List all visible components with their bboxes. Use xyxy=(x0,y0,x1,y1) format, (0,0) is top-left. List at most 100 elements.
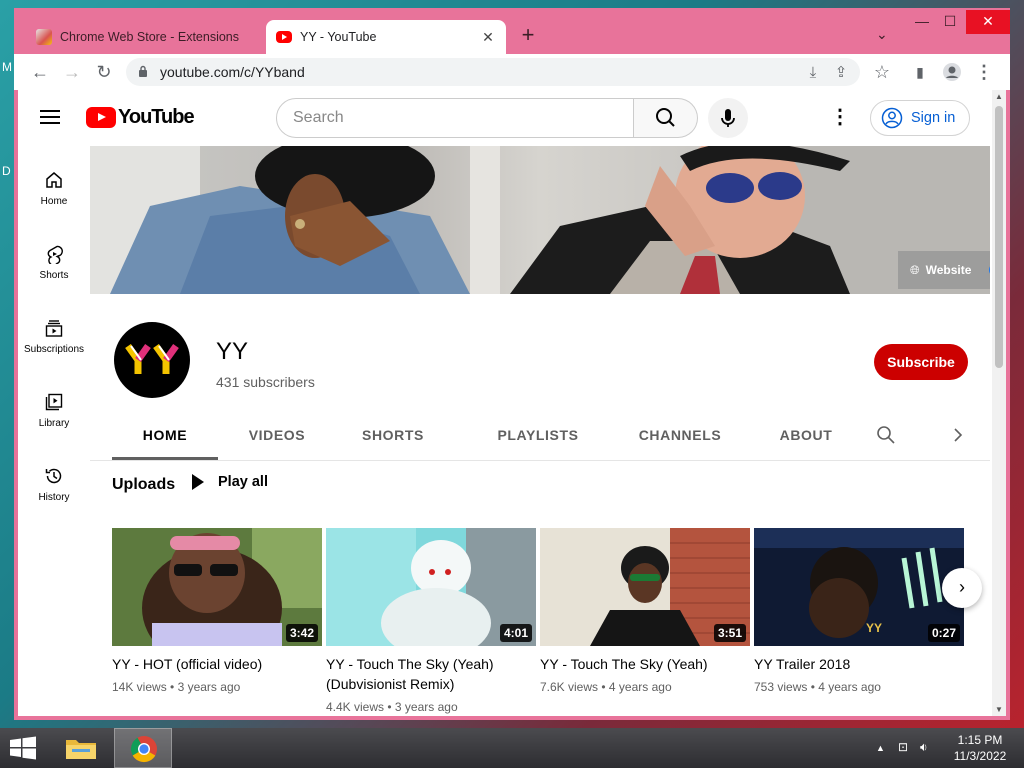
side-panel-icon[interactable]: ▮ xyxy=(908,60,932,84)
tab-about[interactable]: ABOUT xyxy=(762,410,850,460)
taskbar-clock[interactable]: 1:15 PM 11/3/2022 xyxy=(942,732,1018,764)
address-bar[interactable]: youtube.com/c/YYband ⤓ ⇪ xyxy=(126,58,860,86)
play-all-button[interactable]: Play all xyxy=(192,474,268,490)
share-icon[interactable]: ⇪ xyxy=(832,64,850,82)
reload-icon[interactable]: ↻ xyxy=(92,60,116,84)
forward-arrow-icon[interactable]: → xyxy=(60,60,84,84)
file-explorer-taskbar-button[interactable] xyxy=(52,728,110,768)
section-title[interactable]: Uploads xyxy=(112,476,175,494)
tab-channels[interactable]: CHANNELS xyxy=(622,410,738,460)
tab-chrome-web-store[interactable]: Chrome Web Store - Extensions xyxy=(26,20,266,54)
tab-shorts[interactable]: SHORTS xyxy=(348,410,438,460)
profile-icon[interactable] xyxy=(940,60,964,84)
maximize-button[interactable]: ☐ xyxy=(932,10,968,34)
guide-item-subscriptions[interactable]: Subscriptions xyxy=(18,318,90,378)
meta-separator: • xyxy=(384,700,395,714)
microphone-icon xyxy=(721,109,735,127)
video-title[interactable]: YY - Touch The Sky (Yeah) (Dubvisionist … xyxy=(326,654,536,694)
guide-label: Shorts xyxy=(39,270,69,281)
search-button[interactable] xyxy=(634,98,698,138)
page-scrollbar[interactable]: ▲ ▼ xyxy=(992,90,1006,716)
channel-name: YY xyxy=(216,338,249,365)
windows-start-icon[interactable] xyxy=(8,736,38,760)
close-window-button[interactable]: ✕ xyxy=(966,10,1010,34)
guide-label: Home xyxy=(40,196,68,207)
video-thumbnail[interactable]: YY 0:27 xyxy=(754,528,964,646)
guide-item-home[interactable]: Home xyxy=(18,170,90,230)
library-icon xyxy=(45,393,63,411)
shelf-next-button[interactable]: › xyxy=(942,568,982,608)
history-icon xyxy=(45,468,62,484)
video-meta: 753 views • 4 years ago xyxy=(754,680,964,694)
chrome-menu-icon[interactable]: ⋮ xyxy=(972,60,996,84)
new-tab-button[interactable]: + xyxy=(516,22,540,48)
youtube-play-icon xyxy=(86,107,116,128)
video-title[interactable]: YY - Touch The Sky (Yeah) xyxy=(540,654,750,674)
hamburger-menu-icon[interactable] xyxy=(40,110,60,124)
channel-avatar[interactable] xyxy=(114,322,190,398)
tab-playlists[interactable]: PLAYLISTS xyxy=(478,410,598,460)
scroll-up-arrow-icon[interactable]: ▲ xyxy=(992,92,1006,101)
video-card[interactable]: 4:01 YY - Touch The Sky (Yeah) (Dubvisio… xyxy=(326,528,536,714)
tab-youtube[interactable]: YY - YouTube ✕ xyxy=(266,20,506,54)
meta-separator: • xyxy=(166,680,178,694)
view-count: 7.6K views xyxy=(540,680,599,694)
tab-search-icon[interactable]: ⌄ xyxy=(876,26,888,43)
settings-menu-icon[interactable]: ⋮ xyxy=(828,106,852,130)
tab-strip: Chrome Web Store - Extensions YY - YouTu… xyxy=(14,8,1010,54)
play-all-label: Play all xyxy=(218,474,268,490)
desktop-icon-label: D xyxy=(2,164,11,178)
scrollbar-thumb[interactable] xyxy=(995,106,1003,368)
youtube-logo[interactable]: YouTube xyxy=(86,106,195,129)
show-hidden-icons-icon[interactable]: ▲ xyxy=(876,743,885,753)
view-count: 4.4K views xyxy=(326,700,385,714)
tab-videos[interactable]: VIDEOS xyxy=(232,410,322,460)
video-card[interactable]: YY 0:27 YY Trailer 2018 753 views • 4 ye… xyxy=(754,528,964,694)
url-text: youtube.com/c/YYband xyxy=(160,64,305,80)
chevron-right-icon[interactable] xyxy=(950,427,966,443)
subscriptions-icon xyxy=(45,320,63,337)
trailer-overlay-text: YY xyxy=(866,621,882,635)
video-meta: 4.4K views • 3 years ago xyxy=(326,700,536,714)
video-thumbnail[interactable]: 3:42 xyxy=(112,528,322,646)
guide-item-library[interactable]: Library xyxy=(18,392,90,452)
close-tab-icon[interactable]: ✕ xyxy=(480,29,496,46)
bookmark-star-icon[interactable]: ☆ xyxy=(870,60,894,84)
folder-icon xyxy=(66,740,96,759)
clock-date: 11/3/2022 xyxy=(953,749,1007,763)
guide-item-shorts[interactable]: Shorts xyxy=(18,244,90,304)
back-arrow-icon[interactable]: ← xyxy=(28,60,52,84)
video-thumbnail[interactable]: 3:51 xyxy=(540,528,750,646)
install-icon[interactable]: ⤓ xyxy=(804,64,822,82)
scroll-down-arrow-icon[interactable]: ▼ xyxy=(992,705,1006,714)
clock-time: 1:15 PM xyxy=(957,733,1003,747)
video-title[interactable]: YY - HOT (official video) xyxy=(112,654,322,674)
guide-item-history[interactable]: History xyxy=(18,466,90,526)
account-icon xyxy=(881,107,903,129)
search-input[interactable] xyxy=(293,99,613,137)
website-link[interactable]: Website xyxy=(926,263,972,277)
tab-home[interactable]: HOME xyxy=(112,410,218,460)
channel-banner: 🌐︎ Website f xyxy=(90,146,990,294)
chrome-taskbar-button[interactable] xyxy=(114,728,172,768)
tabs-divider xyxy=(90,460,990,461)
video-title[interactable]: YY Trailer 2018 xyxy=(754,654,964,674)
network-icon[interactable]: ⊡ xyxy=(898,740,908,754)
channel-search-icon[interactable] xyxy=(876,425,896,445)
video-thumbnail[interactable]: 4:01 xyxy=(326,528,536,646)
banner-image xyxy=(90,146,990,294)
video-meta: 7.6K views • 4 years ago xyxy=(540,680,750,694)
facebook-icon[interactable]: f xyxy=(989,263,990,277)
video-duration: 3:51 xyxy=(713,624,746,642)
meta-separator: • xyxy=(598,680,609,694)
video-card[interactable]: 3:42 YY - HOT (official video) 14K views… xyxy=(112,528,322,694)
tab-title: Chrome Web Store - Extensions xyxy=(60,30,240,44)
youtube-icon xyxy=(276,31,292,43)
voice-search-button[interactable] xyxy=(708,98,748,138)
video-card[interactable]: 3:51 YY - Touch The Sky (Yeah) 7.6K view… xyxy=(540,528,750,694)
view-count: 14K views xyxy=(112,680,167,694)
sign-in-button[interactable]: Sign in xyxy=(870,100,970,136)
subscribe-button[interactable]: Subscribe xyxy=(874,344,968,380)
taskbar: ▲ ⊡ 🔉︎ 1:15 PM 11/3/2022 xyxy=(0,728,1024,768)
volume-icon[interactable]: 🔉︎ xyxy=(920,740,928,755)
